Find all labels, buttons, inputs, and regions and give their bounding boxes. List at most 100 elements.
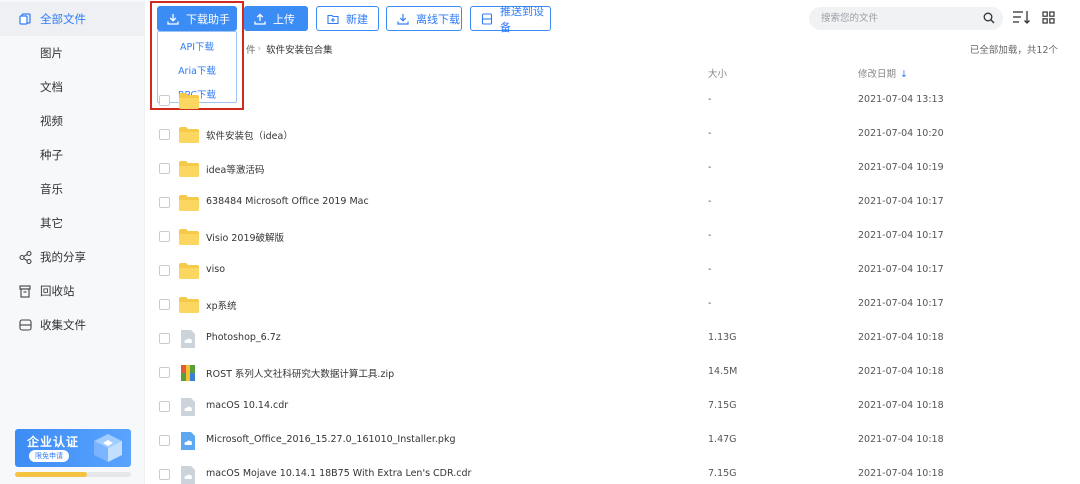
upload-icon [254, 12, 266, 25]
table-row[interactable]: xp系统 - 2021-07-04 10:17 [146, 288, 1080, 322]
file-size: - [708, 162, 712, 173]
row-checkbox[interactable] [159, 299, 170, 310]
column-header-date[interactable]: 修改日期 ↓ [858, 66, 908, 80]
folder-icon [178, 126, 200, 147]
row-checkbox[interactable] [159, 163, 170, 174]
sidebar: 全部文件 图片 文档 视频 种子 音乐 其它 我的分享 回收站 收集文件 企业认… [0, 0, 145, 484]
sidebar-item-images[interactable]: 图片 [0, 36, 145, 70]
file-name[interactable]: xp系统 [206, 298, 237, 312]
table-row[interactable]: 638484 Microsoft Office 2019 Mac - 2021-07… [146, 186, 1080, 220]
folder-icon [178, 262, 200, 283]
file-size: - [708, 196, 712, 207]
sidebar-item-label: 回收站 [40, 284, 75, 298]
new-button[interactable]: 新建 [316, 6, 379, 31]
sidebar-item-collect-files[interactable]: 收集文件 [0, 308, 145, 342]
row-checkbox[interactable] [159, 231, 170, 242]
file-name[interactable]: viso [206, 264, 225, 275]
sidebar-item-videos[interactable]: 视频 [0, 104, 145, 138]
file-name[interactable]: macOS Mojave 10.14.1 18B75 With Extra Le… [206, 468, 471, 479]
file-date: 2021-07-04 10:20 [858, 128, 944, 139]
sidebar-item-label: 其它 [40, 216, 63, 230]
file-name[interactable]: Microsoft_Office_2016_15.27.0_161010_Ins… [206, 434, 455, 445]
sort-desc-icon: ↓ [900, 69, 908, 80]
file-name[interactable]: 软件安装包（idea） [206, 128, 293, 142]
breadcrumb-current: 软件安装包合集 [266, 45, 333, 56]
sidebar-item-my-share[interactable]: 我的分享 [0, 240, 145, 274]
file-name[interactable]: 638484 Microsoft Office 2019 Mac [206, 196, 369, 207]
row-checkbox[interactable] [159, 265, 170, 276]
sidebar-item-label: 音乐 [40, 182, 63, 196]
offline-download-icon [397, 13, 409, 25]
files-icon [18, 12, 32, 26]
file-size: - [708, 298, 712, 309]
file-date: 2021-07-04 10:17 [858, 298, 944, 309]
sidebar-item-label: 收集文件 [40, 318, 86, 332]
chevron-right-icon: › [257, 44, 262, 54]
row-checkbox[interactable] [159, 367, 170, 378]
upload-button[interactable]: 上传 [244, 6, 308, 31]
new-folder-icon [327, 13, 339, 25]
column-header-date-label: 修改日期 [858, 69, 897, 80]
row-checkbox[interactable] [159, 401, 170, 412]
table-row[interactable]: - 2021-07-04 13:13 [146, 84, 1080, 118]
file-name[interactable]: ROST 系列人文社科研究大数据计算工具.zip [206, 366, 394, 380]
promo-progress-fill [15, 472, 87, 477]
grid-view-icon[interactable] [1042, 11, 1055, 27]
table-row[interactable]: 软件安装包（idea） - 2021-07-04 10:20 [146, 118, 1080, 152]
promo-title: 企业认证 [27, 435, 80, 449]
file-name[interactable]: Photoshop_6.7z [206, 332, 281, 343]
sidebar-item-label: 文档 [40, 80, 63, 94]
file-name[interactable]: macOS 10.14.cdr [206, 400, 288, 411]
folder-icon [178, 160, 200, 181]
row-checkbox[interactable] [159, 129, 170, 140]
row-checkbox[interactable] [159, 469, 170, 480]
promo-apply-button[interactable]: 限免申请 [29, 450, 69, 462]
file-date: 2021-07-04 10:18 [858, 366, 944, 377]
file-name[interactable]: Visio 2019破解版 [206, 230, 284, 244]
sidebar-item-recycle-bin[interactable]: 回收站 [0, 274, 145, 308]
column-header-size-label: 大小 [708, 69, 728, 80]
folder-icon [178, 228, 200, 249]
row-checkbox[interactable] [159, 197, 170, 208]
breadcrumb-parent[interactable]: 件 [246, 42, 256, 56]
enterprise-cert-banner[interactable]: 企业认证 限免申请 [15, 429, 131, 467]
column-header-size[interactable]: 大小 [708, 66, 727, 80]
sidebar-item-torrents[interactable]: 种子 [0, 138, 145, 172]
table-row[interactable]: idea等激活码 - 2021-07-04 10:19 [146, 152, 1080, 186]
folder-icon [178, 194, 200, 215]
file-date: 2021-07-04 10:17 [858, 230, 944, 241]
file-icon [180, 465, 196, 484]
table-row[interactable]: Microsoft_Office_2016_15.27.0_161010_Ins… [146, 424, 1080, 458]
sidebar-item-music[interactable]: 音乐 [0, 172, 145, 206]
file-date: 2021-07-04 13:13 [858, 94, 944, 105]
push-to-device-button[interactable]: 推送到设备 [470, 5, 551, 34]
table-row[interactable]: Visio 2019破解版 - 2021-07-04 10:17 [146, 220, 1080, 254]
file-date: 2021-07-04 10:18 [858, 400, 944, 411]
package-file-icon [180, 431, 196, 454]
sidebar-item-label: 图片 [40, 46, 63, 60]
row-checkbox[interactable] [159, 333, 170, 344]
row-checkbox[interactable] [159, 95, 170, 106]
app: 全部文件 图片 文档 视频 种子 音乐 其它 我的分享 回收站 收集文件 企业认… [0, 0, 1080, 484]
table-row[interactable]: ROST 系列人文社科研究大数据计算工具.zip 14.5M 2021-07-04 … [146, 356, 1080, 390]
folder-icon [178, 296, 200, 317]
file-date: 2021-07-04 10:17 [858, 196, 944, 207]
search-input[interactable] [821, 11, 981, 26]
table-row[interactable]: Photoshop_6.7z 1.13G 2021-07-04 10:18 [146, 322, 1080, 356]
sidebar-item-other[interactable]: 其它 [0, 206, 145, 240]
row-checkbox[interactable] [159, 435, 170, 446]
table-row[interactable]: macOS Mojave 10.14.1 18B75 With Extra Le… [146, 458, 1080, 484]
folder-icon [178, 92, 200, 113]
table-row[interactable]: macOS 10.14.cdr 7.15G 2021-07-04 10:18 [146, 390, 1080, 424]
search-icon[interactable] [983, 12, 995, 27]
table-row[interactable]: viso - 2021-07-04 10:17 [146, 254, 1080, 288]
offline-download-button[interactable]: 离线下载 [386, 6, 462, 31]
file-size: 1.13G [708, 332, 737, 343]
sidebar-item-all-files[interactable]: 全部文件 [0, 2, 145, 36]
share-icon [18, 250, 32, 264]
file-date: 2021-07-04 10:19 [858, 162, 944, 173]
sort-icon[interactable] [1012, 10, 1031, 28]
sidebar-item-documents[interactable]: 文档 [0, 70, 145, 104]
file-name[interactable]: idea等激活码 [206, 162, 264, 176]
file-icon [180, 397, 196, 420]
